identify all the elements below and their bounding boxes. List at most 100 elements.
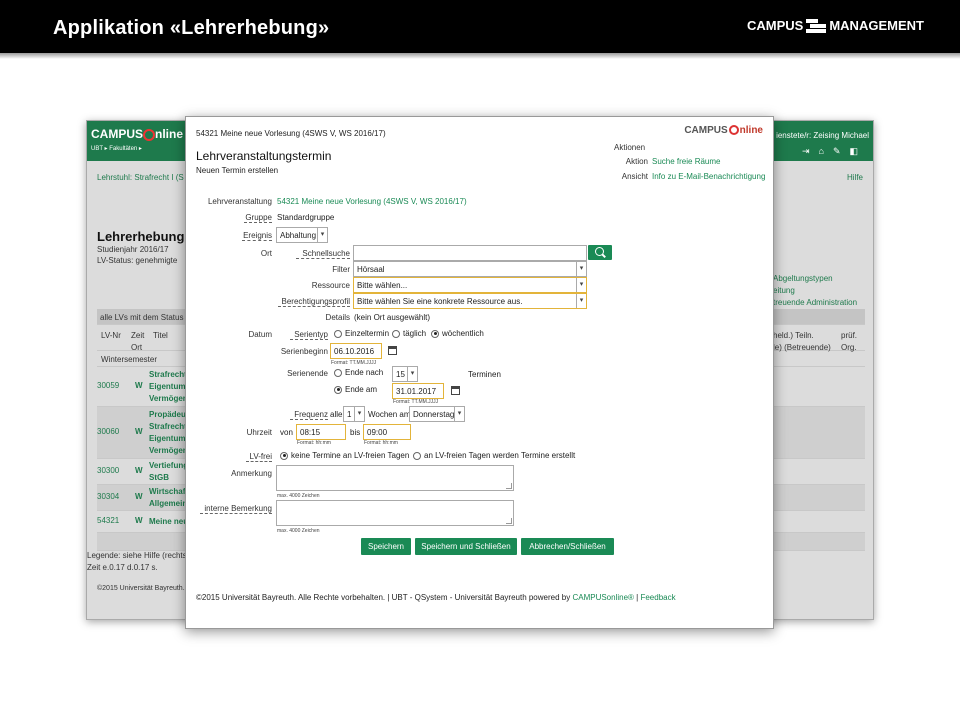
logo-mark-icon xyxy=(806,18,827,33)
col-zeit: Zeit xyxy=(131,331,145,340)
org-breadcrumb[interactable]: Lehrstuhl: Strafrecht I (S xyxy=(97,173,184,182)
radio-einzeltermin[interactable]: Einzeltermin xyxy=(334,329,389,338)
radio-selected-icon xyxy=(334,385,342,394)
radio-ende-nach[interactable]: Ende nach xyxy=(334,368,383,377)
calendar-icon[interactable] xyxy=(451,386,460,395)
dialog-footer: ©2015 Universität Bayreuth. Alle Rechte … xyxy=(196,593,676,602)
berechtigungsprofil-select[interactable]: Bitte wählen Sie eine konkrete Ressource… xyxy=(353,293,587,309)
help-link[interactable]: Hilfe xyxy=(847,173,863,182)
von-label: von xyxy=(280,428,293,437)
feedback-link[interactable]: Feedback xyxy=(640,593,675,602)
wochen-am-label: Wochen am xyxy=(368,410,411,419)
save-button[interactable]: Speichern xyxy=(361,538,411,555)
ende-am-input[interactable]: 31.01.2017 xyxy=(392,383,444,399)
lv-link[interactable]: 54321 Meine neue Vorlesung (4SWS V, WS 2… xyxy=(277,197,467,206)
serienbeginn-label: Serienbeginn xyxy=(280,347,328,356)
dialog-breadcrumb: 54321 Meine neue Vorlesung (4SWS V, WS 2… xyxy=(196,129,386,138)
right-links[interactable]: Abgeltungstypen eitung treuende Administ… xyxy=(773,273,857,309)
radio-icon xyxy=(334,329,342,338)
campus-management-logo: CAMPUS MANAGEMENT xyxy=(747,18,924,33)
lv-status-text: LV-Status: genehmigte xyxy=(97,256,178,265)
serienbeginn-input[interactable]: 06.10.2016 xyxy=(330,343,382,359)
col-lvnr: LV-Nr xyxy=(101,331,121,340)
logo-text-right: MANAGEMENT xyxy=(829,18,924,33)
suche-freie-raeume-link[interactable]: Suche freie Räume xyxy=(652,157,720,166)
ereignis-select[interactable]: Abhaltung ▾ xyxy=(276,227,328,243)
radio-icon xyxy=(334,368,342,377)
chevron-down-icon: ▾ xyxy=(576,262,586,276)
right-link[interactable]: treuende Administration xyxy=(773,297,857,309)
search-icon[interactable] xyxy=(588,245,612,260)
lvfrei-label: LV-frei xyxy=(246,452,272,462)
col-right1: held.) Teiln. xyxy=(773,331,814,340)
date-format-hint: Format: TT.MM.JJJJ xyxy=(393,399,439,405)
chevron-down-icon: ▾ xyxy=(354,407,364,421)
bg-copyright: ©2015 Universität Bayreuth. xyxy=(97,585,185,592)
app-nav-breadcrumb[interactable]: UBT ▸ Fakultäten ▸ xyxy=(91,145,142,152)
schnellsuche-input[interactable] xyxy=(353,245,587,261)
online-ring-icon xyxy=(143,128,156,141)
cancel-close-button[interactable]: Abbrechen/Schließen xyxy=(521,538,614,555)
timing-text: Zeit e.0.17 d.0.17 s. xyxy=(87,563,158,572)
chevron-down-icon: ▾ xyxy=(317,228,327,242)
frequenz-select[interactable]: 1 ▾ xyxy=(343,406,365,422)
calendar-icon[interactable] xyxy=(388,346,397,355)
campusonline-link[interactable]: CAMPUSonline® xyxy=(572,593,633,602)
right-link[interactable]: eitung xyxy=(773,285,857,297)
email-info-link[interactable]: Info zu E-Mail-Benachrichtigung xyxy=(652,172,765,181)
interne-bemerkung-label: interne Bemerkung xyxy=(200,504,272,514)
anmerkung-textarea[interactable] xyxy=(276,465,514,491)
radio-taeglich[interactable]: täglich xyxy=(392,329,426,338)
filter-select[interactable]: Hörsaal ▾ xyxy=(353,261,587,277)
datum-label: Datum xyxy=(248,330,272,339)
radio-woechentlich[interactable]: wöchentlich xyxy=(431,329,484,338)
alle-label: alle xyxy=(330,410,343,419)
radio-selected-icon xyxy=(431,329,439,338)
page-title: Lehrerhebung xyxy=(97,229,185,244)
time-format-hint: Format: hh:mm xyxy=(364,440,398,446)
ende-nach-select[interactable]: 15 ▾ xyxy=(392,366,418,382)
time-format-hint: Format: hh:mm xyxy=(297,440,331,446)
gruppe-value: Standardgruppe xyxy=(277,213,335,222)
schnellsuche-label: Schnellsuche xyxy=(296,249,350,259)
interne-bemerkung-textarea[interactable] xyxy=(276,500,514,526)
lv-label: Lehrveranstaltung xyxy=(207,197,272,206)
campusonline-logo: CAMPUS nline xyxy=(91,127,184,141)
bis-input[interactable]: 09:00 xyxy=(363,424,411,440)
aktionen-heading: Aktionen xyxy=(614,143,646,152)
banner-shadow xyxy=(0,53,960,59)
radio-keine-termine[interactable]: keine Termine an LV-freien Tagen xyxy=(280,451,409,460)
bis-label: bis xyxy=(350,428,361,437)
radio-ende-am[interactable]: Ende am xyxy=(334,385,377,394)
max-chars-hint: max. 4000 Zeichen xyxy=(277,528,320,534)
ressource-label: Ressource xyxy=(311,281,350,290)
header-icons[interactable]: ⇥⌂✎◧ xyxy=(802,146,867,157)
dialog-title: Lehrveranstaltungstermin xyxy=(196,149,332,163)
details-value: (kein Ort ausgewählt) xyxy=(354,313,431,322)
wochentag-select[interactable]: Donnerstag ▾ xyxy=(409,406,465,422)
radio-selected-icon xyxy=(280,451,288,460)
serientyp-label: Serientyp xyxy=(290,330,328,340)
right-link[interactable]: Abgeltungstypen xyxy=(773,273,857,285)
frequenz-label: Frequenz xyxy=(290,410,328,420)
studienjahr-text: Studienjahr 2016/17 xyxy=(97,245,169,254)
date-format-hint: Format: TT.MM.JJJJ xyxy=(331,360,377,366)
uhrzeit-label: Uhrzeit xyxy=(246,428,272,437)
aktion-row: Aktion Suche freie Räume xyxy=(625,157,721,166)
save-close-button[interactable]: Speichern und Schließen xyxy=(415,538,517,555)
max-chars-hint: max. 4000 Zeichen xyxy=(277,493,320,499)
von-input[interactable]: 08:15 xyxy=(296,424,346,440)
anmerkung-label: Anmerkung xyxy=(231,469,272,478)
radio-termine-erstellt[interactable]: an LV-freien Tagen werden Termine erstel… xyxy=(413,451,575,460)
chevron-down-icon: ▾ xyxy=(576,278,586,292)
berechtigungsprofil-label: Berechtigungsprofil xyxy=(278,297,350,307)
presentation-banner: Applikation «Lehrerhebung» CAMPUS MANAGE… xyxy=(0,0,960,53)
campusonline-logo: CAMPUS nline xyxy=(684,125,763,136)
radio-icon xyxy=(392,329,400,338)
col-titel: Titel xyxy=(153,331,168,340)
dialog-subtitle: Neuen Termin erstellen xyxy=(196,166,279,175)
ressource-select[interactable]: Bitte wählen... ▾ xyxy=(353,277,587,293)
chevron-down-icon: ▾ xyxy=(407,367,417,381)
banner-title: Applikation «Lehrerhebung» xyxy=(53,17,330,39)
logo-text-left: CAMPUS xyxy=(747,18,804,33)
